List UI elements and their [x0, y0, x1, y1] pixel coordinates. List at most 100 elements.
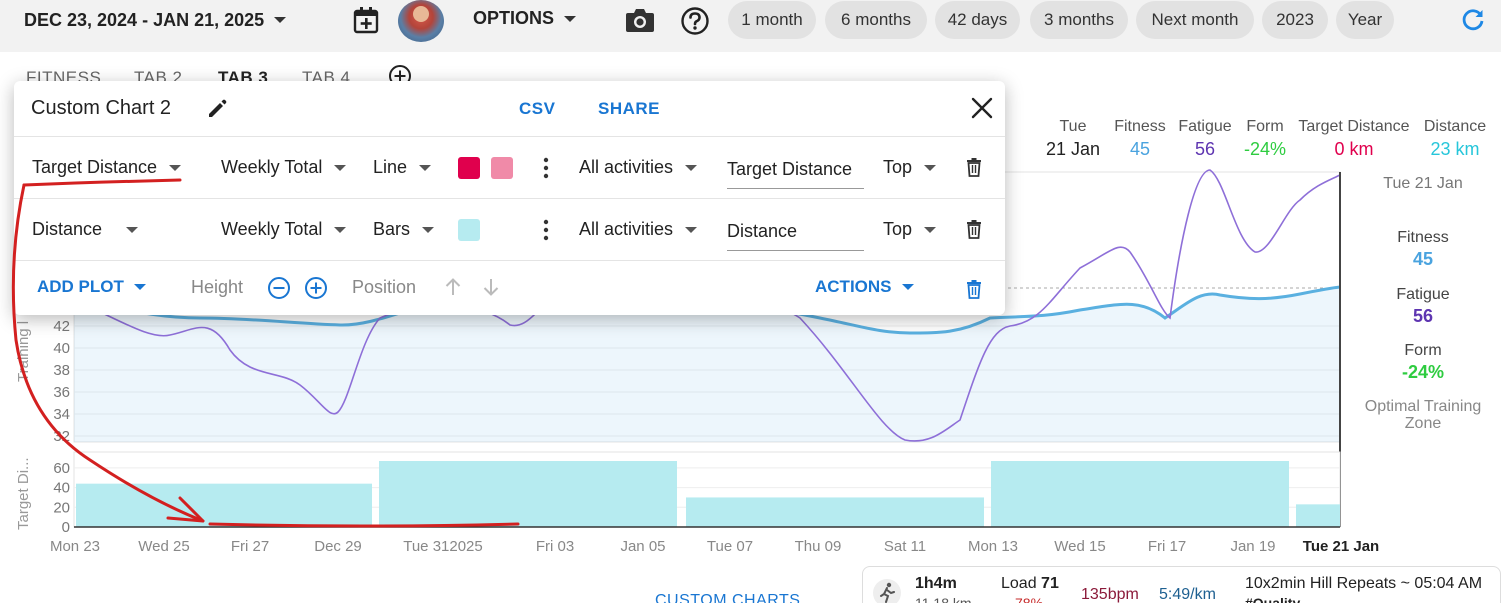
- plot-row: Distance Weekly Total Bars All activitie…: [14, 199, 1005, 261]
- delete-plot-icon[interactable]: [966, 219, 982, 239]
- chart-type-select-value: Bars: [373, 219, 411, 239]
- csv-button[interactable]: CSV: [519, 99, 555, 119]
- chevron-down-icon: [924, 226, 937, 233]
- side-fatigue-label: Fatigue: [1396, 286, 1450, 303]
- position-select[interactable]: Top: [883, 157, 937, 178]
- activity-tag: #Quality: [1245, 595, 1301, 603]
- legend-date-day: Tue: [1059, 118, 1087, 135]
- activities-select[interactable]: All activities: [579, 219, 698, 240]
- metric-select[interactable]: Target Distance: [32, 157, 182, 178]
- color-swatch-primary[interactable]: [458, 157, 480, 179]
- delete-plot-icon[interactable]: [966, 157, 982, 177]
- share-button[interactable]: SHARE: [598, 99, 660, 119]
- legend-date-value: 21 Jan: [1045, 139, 1101, 159]
- height-label: Height: [191, 277, 244, 297]
- add-plot-button[interactable]: ADD PLOT: [37, 277, 146, 297]
- dialog-footer: ADD PLOT Height Position ACTIONS: [14, 261, 1005, 315]
- x-tick-label: Thu 09: [795, 538, 842, 555]
- legend-fatigue-label: Fatigue: [1178, 118, 1232, 135]
- side-form: Form -24%: [1345, 342, 1501, 383]
- activity-pace: 5:49/km: [1159, 586, 1216, 603]
- legend-target-distance: Target Distance 0 km: [1294, 118, 1414, 160]
- plot-name-input[interactable]: [727, 151, 864, 189]
- dialog-title: Custom Chart 2: [31, 97, 172, 119]
- chevron-down-icon: [685, 226, 698, 233]
- close-icon[interactable]: [970, 96, 994, 120]
- increase-height-icon[interactable]: [304, 276, 328, 300]
- color-swatch-secondary[interactable]: [491, 157, 513, 179]
- bar: [686, 497, 984, 527]
- custom-charts-link[interactable]: CUSTOM CHARTS: [655, 592, 800, 603]
- chevron-down-icon: [685, 164, 698, 171]
- move-down-icon[interactable]: [480, 276, 502, 298]
- side-zone: Optimal Training Zone: [1364, 398, 1482, 432]
- chart-type-select[interactable]: Line: [373, 157, 432, 178]
- activity-load-percent: 78%: [1015, 595, 1044, 603]
- plot-name-input[interactable]: [727, 213, 864, 251]
- y-axis-label: Training l: [15, 321, 32, 382]
- activities-select-value: All activities: [579, 219, 674, 239]
- side-fatigue-value: 56: [1412, 306, 1434, 326]
- activity-title: 10x2min Hill Repeats ~ 05:04 AM: [1245, 575, 1483, 592]
- metric-select[interactable]: Distance: [32, 219, 139, 240]
- move-up-icon[interactable]: [442, 276, 464, 298]
- chart-type-select[interactable]: Bars: [373, 219, 435, 240]
- color-swatch-primary[interactable]: [458, 219, 480, 241]
- x-tick-label: Wed 25: [138, 538, 189, 555]
- legend-fatigue-value: 56: [1194, 139, 1216, 159]
- x-tick-label: Sat 11: [884, 538, 926, 555]
- y-tick-label: 36: [53, 384, 70, 401]
- aggregation-select[interactable]: Weekly Total: [221, 157, 347, 178]
- aggregation-select-value: Weekly Total: [221, 219, 323, 239]
- side-fatigue: Fatigue 56: [1345, 286, 1501, 327]
- chevron-down-icon: [126, 226, 139, 233]
- delete-chart-icon[interactable]: [966, 279, 982, 299]
- actions-menu[interactable]: ACTIONS: [815, 277, 914, 297]
- chevron-down-icon: [901, 284, 914, 290]
- aggregation-select[interactable]: Weekly Total: [221, 219, 347, 240]
- legend-form-label: Form: [1246, 118, 1284, 135]
- running-icon: [873, 579, 901, 603]
- activities-select[interactable]: All activities: [579, 157, 698, 178]
- x-tick-label: Fri 03: [536, 538, 574, 555]
- legend-fitness: Fitness 45: [1112, 118, 1168, 160]
- add-plot-label: ADD PLOT: [37, 277, 124, 296]
- activity-card[interactable]: 1h4m 11.18 km Load 71 78% 135bpm 5:49/km…: [862, 566, 1501, 603]
- activity-distance: 11.18 km: [915, 595, 972, 603]
- position-label: Position: [352, 277, 417, 297]
- activity-duration: 1h4m: [915, 575, 957, 592]
- activities-select-value: All activities: [579, 157, 674, 177]
- activity-load-label: Load: [1001, 575, 1037, 592]
- y-tick-label: 20: [53, 499, 70, 516]
- x-tick-label: Tue 312025: [403, 538, 483, 555]
- position-select[interactable]: Top: [883, 219, 937, 240]
- legend-fitness-label: Fitness: [1114, 118, 1166, 135]
- chevron-down-icon: [133, 284, 146, 290]
- position-select-value: Top: [883, 157, 913, 177]
- y-tick-label: 40: [53, 480, 70, 497]
- activity-load: Load 71: [1001, 575, 1059, 593]
- y-tick-label: 0: [62, 519, 70, 536]
- position-select-value: Top: [883, 219, 913, 239]
- more-options-icon[interactable]: [542, 218, 550, 242]
- activity-load-value: 71: [1041, 575, 1059, 592]
- metric-select-value: Target Distance: [32, 157, 158, 177]
- aggregation-select-value: Weekly Total: [221, 157, 323, 177]
- bar: [991, 461, 1289, 527]
- legend-form: Form -24%: [1240, 118, 1290, 160]
- custom-chart-dialog: Custom Chart 2 CSV SHARE Target Distance…: [14, 81, 1005, 315]
- activity-heart-rate: 135bpm: [1081, 586, 1139, 603]
- bar: [379, 461, 677, 527]
- actions-label: ACTIONS: [815, 277, 892, 296]
- side-fitness: Fitness 45: [1345, 229, 1501, 270]
- x-tick-label: Tue 07: [707, 538, 753, 555]
- edit-pencil-icon[interactable]: [206, 98, 228, 120]
- legend-form-value: -24%: [1243, 139, 1287, 159]
- legend-target-distance-label: Target Distance: [1298, 118, 1410, 135]
- y-tick-label: 40: [53, 340, 70, 357]
- decrease-height-icon[interactable]: [267, 276, 291, 300]
- chart-type-select-value: Line: [373, 157, 408, 177]
- legend-distance-label: Distance: [1423, 118, 1487, 135]
- legend-distance-value: 23 km: [1430, 139, 1480, 159]
- more-options-icon[interactable]: [542, 156, 550, 180]
